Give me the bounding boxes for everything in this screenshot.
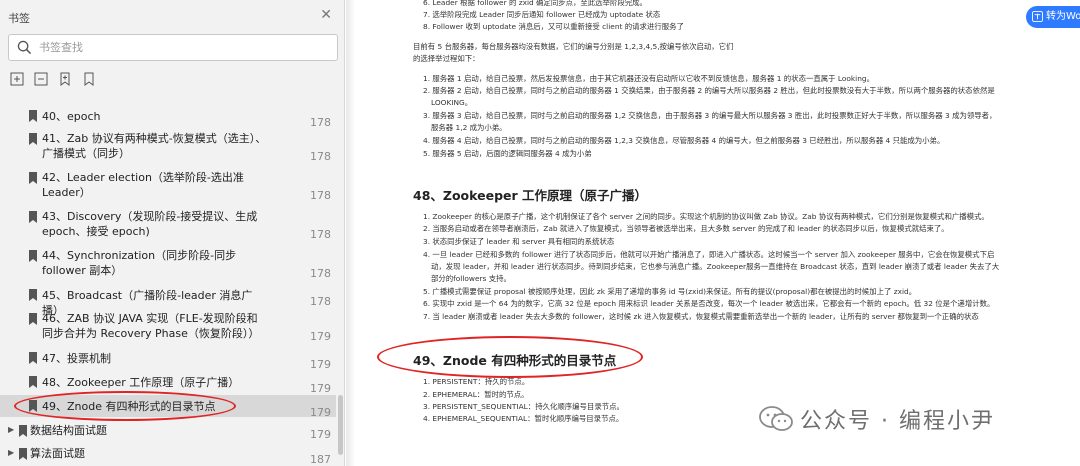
bookmark-icon <box>29 133 37 145</box>
bookmark-page: 178 <box>310 228 331 241</box>
bookmark-label: 46、ZAB 协议 JAVA 实现（FLE-发现阶段和同步合并为 Recover… <box>42 312 260 340</box>
bookmark-item-46[interactable]: 46、ZAB 协议 JAVA 实现（FLE-发现阶段和同步合并为 Recover… <box>0 308 336 346</box>
doc-line: 5. 广播模式需要保证 proposal 被按顺序处理，因此 zk 采用了递增的… <box>423 287 917 296</box>
doc-line: 4. 一旦 leader 已经和多数的 follower 进行了状态同步后，他就… <box>423 250 995 259</box>
bookmark-label: 数据结构面试题 <box>30 424 107 437</box>
bookmark-page: 187 <box>310 453 331 466</box>
doc-line: 1. PERSISTENT：持久的节点。 <box>423 377 530 386</box>
bookmark-item-44[interactable]: 44、Synchronization（同步阶段-同步 follower 副本） … <box>0 245 336 283</box>
bookmark-icon <box>29 289 37 301</box>
expand-arrow-icon[interactable]: ▶ <box>8 425 14 434</box>
bookmark-icon <box>29 313 37 325</box>
bookmark-item-40[interactable]: 40、epoch 178 <box>0 105 336 129</box>
bookmark-label: 48、Zookeeper 工作原理（原子广播） <box>42 376 240 389</box>
bookmark-page: 179 <box>310 406 331 419</box>
bookmark-page: 178 <box>310 295 331 308</box>
doc-line: 的选择举过程如下： <box>413 54 480 63</box>
bookmark-item-45[interactable]: 45、Broadcast（广播阶段-leader 消息广播） 178 <box>0 284 336 317</box>
page-shadow <box>346 0 355 466</box>
bookmark-label: 43、Discovery（发现阶段-接受提议、生成 epoch、接受 epoch… <box>42 210 258 238</box>
bookmark-page: 179 <box>310 428 331 441</box>
bookmark-page: 179 <box>310 382 331 395</box>
bookmark-page: 179 <box>310 358 331 371</box>
search-icon <box>17 40 32 55</box>
section-heading-48: 48、Zookeeper 工作原理（原子广播） <box>413 188 648 203</box>
document-page: 6. Leader 根据 follower 的 zxid 确定同步点，至此选举阶… <box>355 0 1080 466</box>
bookmark-label: 41、Zab 协议有两种模式-恢复模式（选主）、广播模式（同步） <box>42 132 267 160</box>
expand-arrow-icon[interactable]: ▶ <box>8 448 14 457</box>
bookmark-icon <box>29 110 37 122</box>
bookmark-label: 40、epoch <box>42 110 101 123</box>
sidebar-scrollbar[interactable] <box>338 395 343 455</box>
bookmark-label: 47、投票机制 <box>42 352 111 365</box>
bookmark-icon[interactable] <box>82 72 96 86</box>
doc-line: 动，发现 leader，并和 leader 进行状态同步。待到同步结束，它也参与… <box>431 262 1000 271</box>
doc-line: 4. 服务器 4 启动，给自己投票，同时与之前启动的服务器 1,2,3 交换信息… <box>423 136 945 145</box>
bookmark-icon <box>29 211 37 223</box>
sidebar-title: 书签 <box>8 12 30 25</box>
doc-line: 7. 选举阶段完成 Leader 同步后通知 follower 已经成为 upt… <box>423 10 661 19</box>
bookmark-icon <box>29 352 37 364</box>
bookmark-icon <box>19 425 27 437</box>
bookmark-icon <box>29 172 37 184</box>
doc-line: 1. 服务器 1 启动，给自己投票，然后发投票信息，由于其它机器还没有启动所以它… <box>423 74 874 83</box>
close-icon[interactable]: ✕ <box>320 7 332 23</box>
expand-all-icon[interactable] <box>10 72 24 86</box>
bookmark-label: 算法面试题 <box>30 447 85 460</box>
bookmark-icon <box>29 376 37 388</box>
bookmark-label: 49、Znode 有四种形式的目录节点 <box>42 400 216 413</box>
doc-line: 6. 实现中 zxid 是一个 64 为的数字，它高 32 位是 epoch 用… <box>423 299 995 308</box>
collapse-all-icon[interactable] <box>34 72 48 86</box>
doc-line: 2. 服务器 2 启动，给自己投票，同时与之前启动的服务器 1 交换结果，由于服… <box>423 86 995 95</box>
watermark-text: 公众号 · 编程小尹 <box>800 409 995 434</box>
doc-line: 3. 状态同步保证了 leader 和 server 具有相同的系统状态 <box>423 237 615 246</box>
doc-line: 6. Leader 根据 follower 的 zxid 确定同步点，至此选举阶… <box>423 0 647 7</box>
doc-line: 部分的followers 支持。 <box>431 274 511 283</box>
doc-line: 1. Zookeeper 的核心是原子广播，这个机制保证了各个 server 之… <box>423 212 989 221</box>
bookmark-item-49[interactable]: 49、Znode 有四种形式的目录节点 179 <box>0 395 336 419</box>
wechat-logo-icon <box>759 406 793 431</box>
bookmark-icon <box>29 250 37 262</box>
doc-line: 3. 服务器 3 启动，给自己投票，同时与之前启动的服务器 1,2 交换信息，由… <box>423 111 997 120</box>
sidebar-header: 书签 ✕ <box>8 7 334 25</box>
doc-line: 2. 当服务启动或者在领导者崩溃后，Zab 就进入了恢复模式，当领导者被选举出来… <box>423 224 949 233</box>
bookmark-item-42[interactable]: 42、Leader election（选举阶段-选出准 Leader） 178 <box>0 167 336 205</box>
bookmark-page: 178 <box>310 189 331 202</box>
bookmark-label: 44、Synchronization（同步阶段-同步 follower 副本） <box>42 249 237 277</box>
doc-line: 8. Follower 收到 uptodate 消息后，又可以重新接受 clie… <box>423 22 684 31</box>
bookmark-item-48[interactable]: 48、Zookeeper 工作原理（原子广播） 179 <box>0 371 336 395</box>
bookmark-page: 178 <box>310 150 331 163</box>
bookmark-label: 42、Leader election（选举阶段-选出准 Leader） <box>42 171 244 199</box>
watermark: 公众号 · 编程小尹 <box>758 399 995 439</box>
bookmark-item-43[interactable]: 43、Discovery（发现阶段-接受提议、生成 epoch、接受 epoch… <box>0 206 336 244</box>
translate-label: 转为Wo <box>1046 11 1080 22</box>
doc-line: 目前有 5 台服务器，每台服务器均没有数据，它们的编号分别是 1,2,3,4,5… <box>413 42 734 51</box>
bookmark-item-41[interactable]: 41、Zab 协议有两种模式-恢复模式（选主）、广播模式（同步） 178 <box>0 128 336 166</box>
bookmark-icon <box>29 400 37 412</box>
bookmark-page: 179 <box>310 330 331 343</box>
bookmark-icon <box>19 448 27 460</box>
bookmark-folder-data-structures[interactable]: ▶ 数据结构面试题 179 <box>0 421 336 441</box>
doc-line: 服务器 1,2 成为小弟。 <box>431 123 507 132</box>
bookmark-sidebar: 书签 ✕ 40、epoch 178 <box>0 0 345 466</box>
section-heading-49: 49、Znode 有四种形式的目录节点 <box>413 353 617 368</box>
doc-line: 5. 服务器 5 启动，后面的逻辑同服务器 4 成为小弟 <box>423 149 592 158</box>
bookmark-search-box[interactable] <box>8 34 338 61</box>
bookmark-toolbar <box>10 72 96 88</box>
bookmark-page: 178 <box>310 267 331 280</box>
doc-line: LOOKING。 <box>431 98 473 107</box>
bookmark-item-47[interactable]: 47、投票机制 179 <box>0 347 336 371</box>
translate-button[interactable]: 转为Wo <box>1026 6 1080 28</box>
add-bookmark-icon[interactable] <box>58 72 72 86</box>
doc-line: 7. 当 leader 崩溃或者 leader 失去大多数的 follower，… <box>423 312 979 321</box>
bookmark-folder-algorithms[interactable]: ▶ 算法面试题 187 <box>0 444 336 466</box>
translate-icon <box>1032 11 1043 22</box>
bookmark-search-input[interactable] <box>39 37 329 58</box>
